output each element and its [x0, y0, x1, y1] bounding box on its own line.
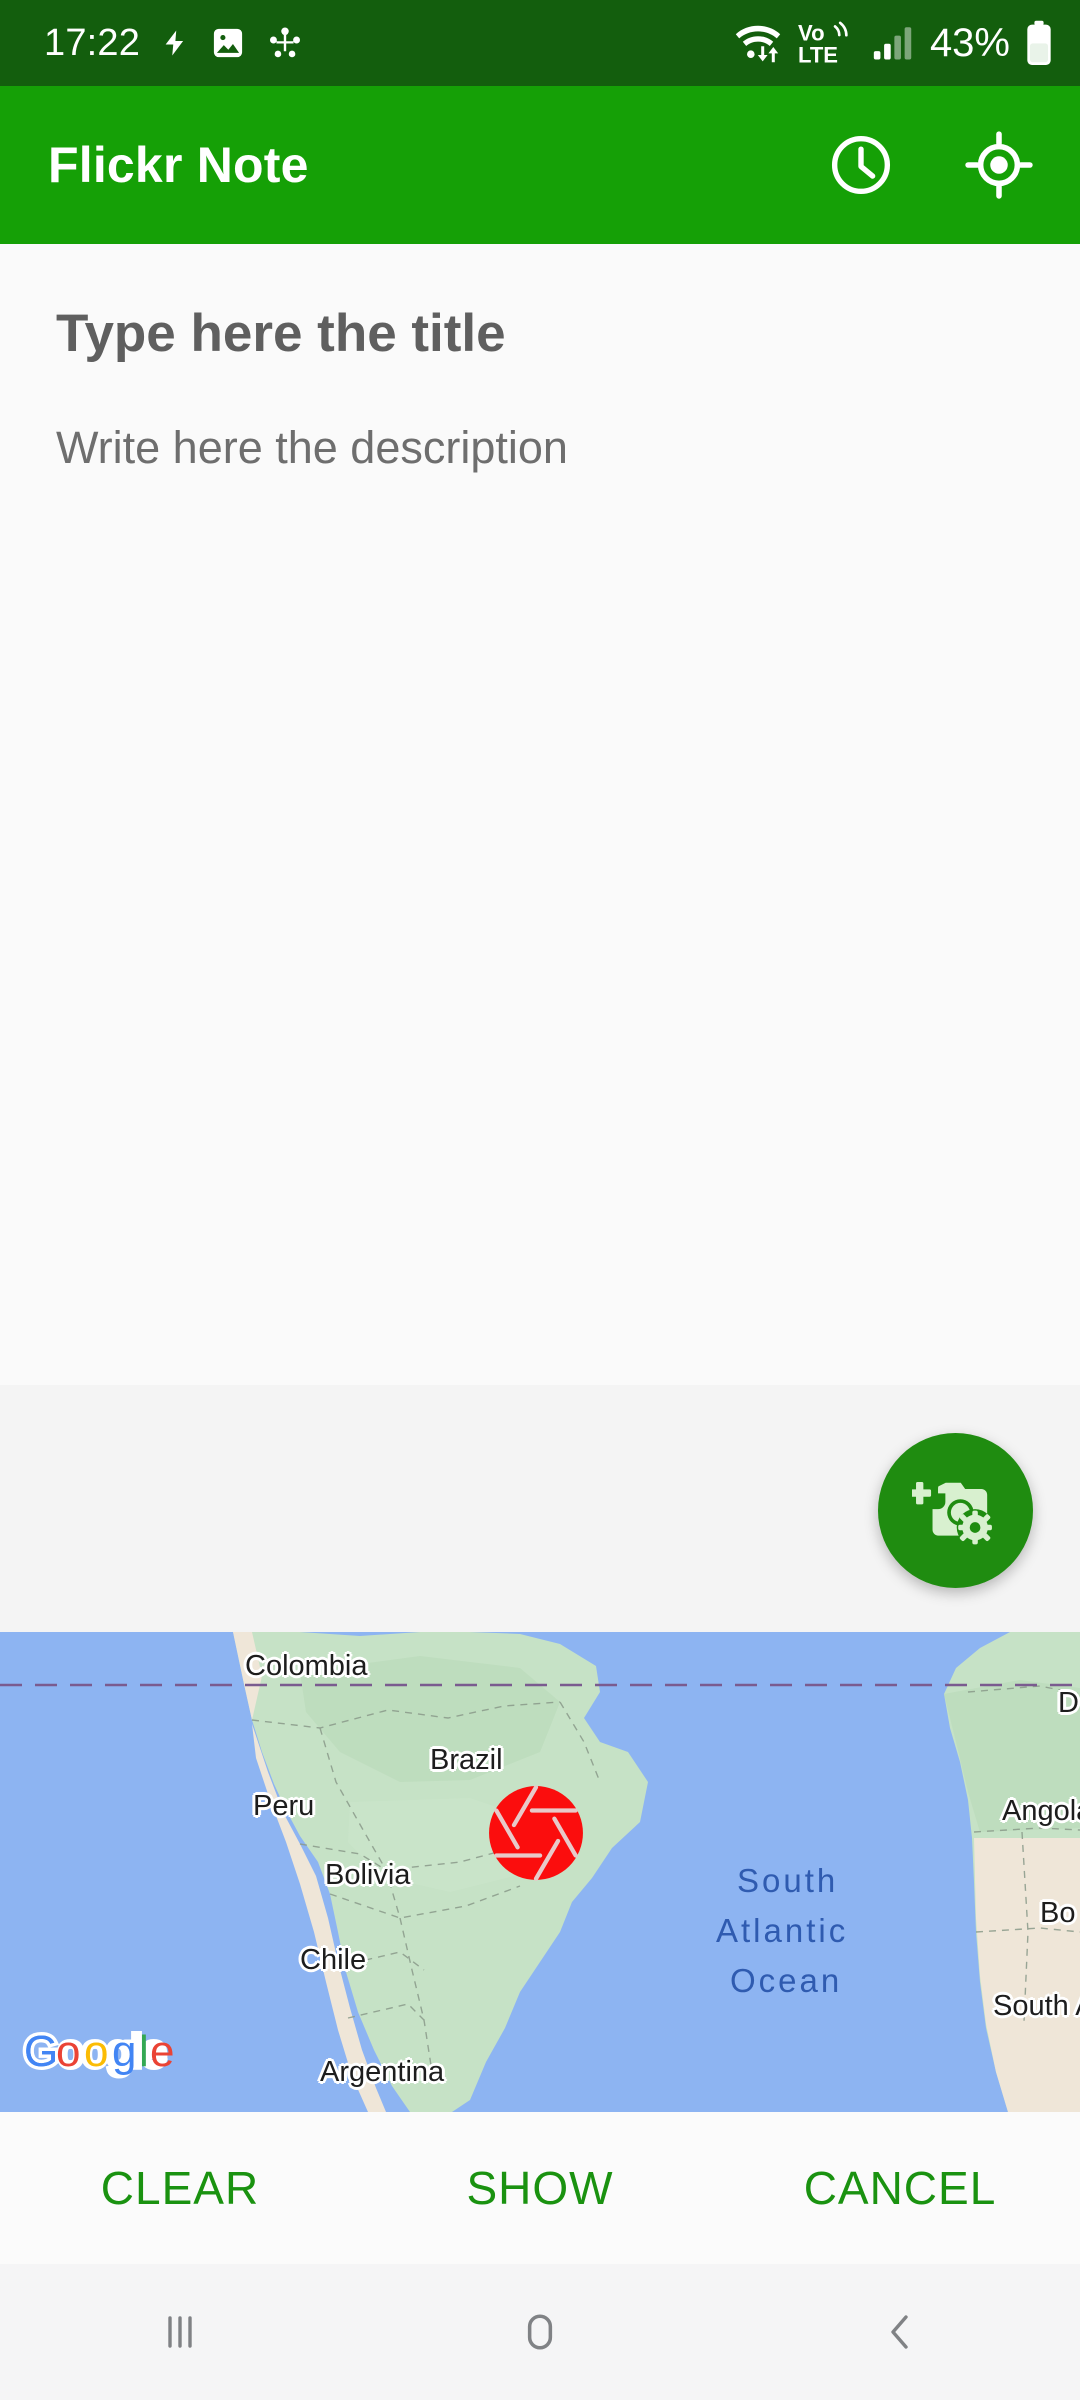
map-label-peru: Peru [253, 1790, 315, 1822]
map-label-south-africa: South A [993, 1990, 1080, 2022]
note-description-input[interactable]: Write here the description [56, 421, 1024, 475]
battery-percent-label: 43% [929, 21, 1010, 65]
map-label-brazil: Brazil [430, 1744, 503, 1776]
add-photo-settings-fab[interactable] [878, 1433, 1033, 1588]
ocean-label-line3: Ocean [730, 1962, 843, 1999]
wifi-icon [732, 21, 784, 65]
battery-icon [1024, 20, 1054, 66]
recents-button[interactable] [0, 2304, 360, 2360]
show-button[interactable]: SHOW [360, 2161, 720, 2215]
svg-text:LTE: LTE [798, 42, 838, 66]
ocean-label-line2: Atlantic [716, 1912, 849, 1949]
ocean-label-line1: South [737, 1862, 839, 1899]
svg-text:o: o [84, 2027, 108, 2076]
note-title-input[interactable]: Type here the title [56, 304, 1024, 365]
volte-icon: Vo LTE [798, 20, 858, 66]
camera-shutter-marker[interactable] [487, 1784, 585, 1882]
flash-icon [160, 24, 190, 62]
signal-icon [872, 24, 916, 62]
dialog-button-row: CLEAR SHOW CANCEL [0, 2112, 1080, 2264]
system-navigation-bar [0, 2264, 1080, 2400]
map-label-colombia: Colombia [245, 1650, 368, 1682]
map-label-bolivia: Bolivia [325, 1859, 411, 1891]
gps-fixed-icon[interactable] [956, 122, 1042, 208]
nearby-share-icon [266, 25, 304, 61]
svg-text:G: G [24, 2027, 58, 2076]
note-editor: Type here the title Write here the descr… [0, 244, 1080, 1385]
svg-text:o: o [56, 2027, 80, 2076]
clear-button[interactable]: CLEAR [0, 2161, 360, 2215]
svg-text:g: g [112, 2027, 136, 2076]
status-bar-left: 17:22 [44, 24, 304, 62]
app-bar: Flickr Note [0, 86, 1080, 244]
map-label-botswana: Bo [1040, 1897, 1076, 1929]
add-photo-settings-icon [911, 1467, 1000, 1555]
google-logo: Google G G G o o g l e [21, 2022, 175, 2085]
status-bar: 17:22 Vo LTE 43% [0, 0, 1080, 86]
status-bar-right: Vo LTE 43% [732, 20, 1054, 66]
map-label-chile: Chile [300, 1944, 367, 1976]
home-button[interactable] [360, 2303, 720, 2361]
svg-text:l: l [139, 2027, 149, 2076]
map-label-argentina: Argentina [320, 2056, 445, 2088]
map-label-angola: Angola [1002, 1795, 1080, 1827]
history-icon[interactable] [818, 122, 904, 208]
svg-text:e: e [150, 2027, 174, 2076]
image-icon [210, 25, 246, 61]
back-button[interactable] [720, 2304, 1080, 2360]
cancel-button[interactable]: CANCEL [720, 2161, 1080, 2215]
map-label-drc: D [1058, 1687, 1079, 1719]
status-bar-clock: 17:22 [44, 22, 141, 64]
app-bar-actions [818, 122, 1042, 208]
page-title: Flickr Note [48, 137, 309, 193]
